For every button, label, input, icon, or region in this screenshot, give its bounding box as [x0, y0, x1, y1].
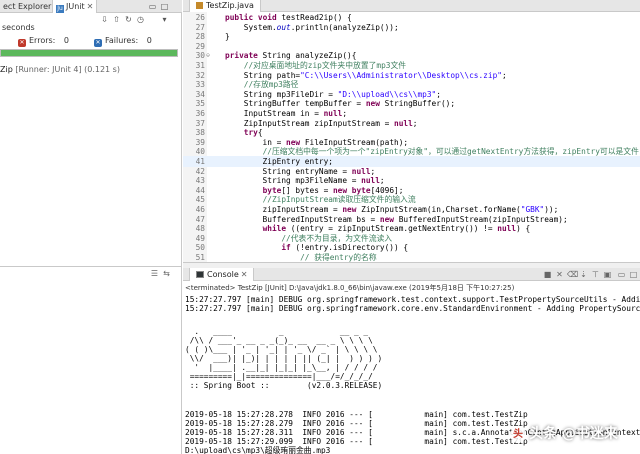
junit-view: ect Explorer Ju JUnit ✕ ▭ □ ⇩ ⇧ ↻ ◷ ▾ seco…: [0, 0, 182, 454]
tab-project-explorer-label: ect Explorer: [3, 2, 52, 11]
prev-failure-icon[interactable]: ⇧: [112, 15, 121, 24]
failure-icon: ✕: [94, 39, 102, 47]
console-tab-label: Console: [207, 270, 239, 279]
toutiao-logo-icon: 头: [510, 427, 526, 443]
clear-console-icon[interactable]: ⌫: [567, 270, 578, 279]
code-text: // 获得entry的名称: [300, 253, 377, 262]
errors-counter: ✕ Errors: 0: [18, 36, 69, 47]
failures-value: 0: [146, 36, 152, 45]
tab-testzip-java[interactable]: TestZip.java: [189, 0, 261, 12]
errors-value: 0: [63, 36, 70, 45]
left-tab-bar: ect Explorer Ju JUnit ✕ ▭ □: [0, 0, 182, 13]
junit-icon: Ju: [56, 5, 64, 13]
filter-stack-icon[interactable]: ☰: [150, 269, 159, 278]
console-tab-bar: Console ✕ ■ ✕ ⌫ ⇣ ⊤ ▣ ▭ □: [183, 268, 640, 281]
failure-trace-divider: [0, 266, 182, 267]
maximize-icon[interactable]: □: [160, 2, 169, 11]
console-line: D:\upload\cs\mp3\超级珛丽金曲.mp3: [185, 446, 331, 454]
watermark: 头头条 @书迷来: [510, 423, 618, 445]
scroll-lock-icon[interactable]: ⇣: [579, 270, 588, 279]
error-icon: ✕: [18, 39, 26, 47]
test-progress-fill: [1, 50, 177, 56]
view-menu-icon[interactable]: ▾: [160, 15, 169, 24]
editor-tab-label: TestZip.java: [206, 1, 254, 10]
compare-icon[interactable]: ⇆: [162, 269, 171, 278]
code-editor: TestZip.java 26 public void testRead2ip()…: [183, 0, 640, 262]
remove-launch-icon[interactable]: ✕: [555, 270, 564, 279]
code-line[interactable]: 51 // 获得entry的名称: [183, 252, 640, 262]
console-process-label: <terminated> TestZip [JUnit] D:\Java\jdk…: [185, 284, 515, 292]
close-icon[interactable]: ✕: [87, 2, 94, 11]
failures-label: Failures:: [105, 36, 139, 45]
rerun-icon[interactable]: ↻: [124, 15, 133, 24]
pin-console-icon[interactable]: ⊤: [591, 270, 600, 279]
close-icon[interactable]: ✕: [241, 270, 248, 279]
java-file-icon: [196, 2, 203, 9]
tab-console[interactable]: Console ✕: [189, 268, 255, 281]
line-number: 51: [195, 253, 205, 262]
test-run-detail: [Runner: JUnit 4] (0.121 s): [15, 65, 120, 74]
code-area[interactable]: 26 public void testRead2ip() {27 System.o…: [183, 12, 640, 262]
next-failure-icon[interactable]: ⇩: [100, 15, 109, 24]
watermark-text: 头条 @书迷来: [529, 426, 618, 442]
elapsed-seconds-label: seconds: [2, 23, 35, 32]
minimize-icon[interactable]: ▭: [617, 270, 626, 279]
history-icon[interactable]: ◷: [136, 15, 145, 24]
test-run-tree-item[interactable]: Zip [Runner: JUnit 4] (0.121 s): [0, 65, 120, 74]
failures-counter: ✕ Failures: 0: [94, 36, 152, 47]
tab-junit[interactable]: Ju JUnit ✕: [52, 0, 98, 13]
test-run-name: Zip: [0, 65, 13, 74]
tab-junit-label: JUnit: [66, 2, 85, 11]
console-icon: [196, 271, 204, 278]
console-line: :: Spring Boot :: (v2.0.3.RELEASE): [185, 381, 383, 390]
terminate-icon[interactable]: ■: [543, 270, 552, 279]
maximize-icon[interactable]: □: [629, 270, 638, 279]
tab-project-explorer[interactable]: ect Explorer: [0, 0, 54, 13]
display-console-icon[interactable]: ▣: [603, 270, 612, 279]
editor-tab-bar: TestZip.java: [183, 0, 640, 12]
test-progress-bar: [0, 49, 178, 57]
minimize-icon[interactable]: ▭: [148, 2, 157, 11]
errors-label: Errors:: [29, 36, 56, 45]
